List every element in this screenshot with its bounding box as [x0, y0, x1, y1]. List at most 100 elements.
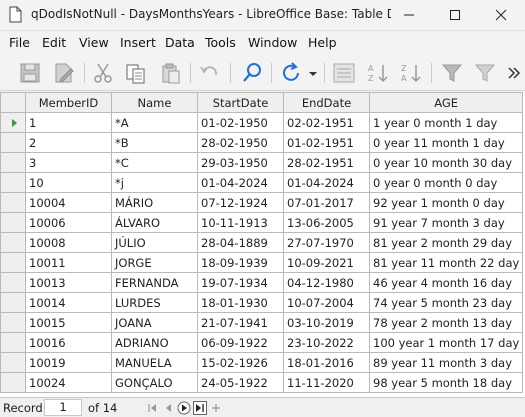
cell-enddate[interactable]: 01-02-1951	[283, 132, 370, 153]
cell-startdate[interactable]: 06-09-1922	[197, 332, 284, 353]
table-row[interactable]: 2 *B 28-02-1950 01-02-1951 0 year 11 mon…	[0, 132, 524, 153]
row-selector[interactable]	[0, 232, 26, 253]
row-selector[interactable]	[0, 312, 26, 333]
cell-enddate[interactable]: 11-11-2020	[283, 372, 370, 393]
sort-descending-button[interactable]: Z A	[399, 61, 423, 85]
cell-memberid[interactable]: 10011	[25, 252, 112, 273]
cell-startdate[interactable]: 18-01-1930	[197, 292, 284, 313]
cell-age[interactable]: 0 year 0 month 0 day	[368, 172, 524, 193]
table-row[interactable]: 10024 GONÇALO 24-05-1922 11-11-2020 98 y…	[0, 372, 524, 393]
cell-name[interactable]: FERNANDA	[111, 272, 198, 293]
cell-memberid[interactable]: 3	[25, 152, 112, 173]
row-selector[interactable]	[0, 132, 26, 153]
row-selector[interactable]	[0, 172, 26, 193]
cell-name[interactable]: JOANA	[111, 312, 198, 333]
cell-enddate[interactable]: 18-01-2016	[283, 352, 370, 373]
cell-memberid[interactable]: 10016	[25, 332, 112, 353]
row-selector[interactable]	[0, 112, 26, 133]
cell-memberid[interactable]: 10015	[25, 312, 112, 333]
table-row[interactable]: 10 *j 01-04-2024 01-04-2024 0 year 0 mon…	[0, 172, 524, 193]
cell-age[interactable]: 98 year 5 month 18 day	[368, 372, 524, 393]
cell-name[interactable]: JORGE	[111, 252, 198, 273]
cell-startdate[interactable]: 07-12-1924	[197, 192, 284, 213]
cell-name[interactable]: *A	[111, 112, 198, 133]
row-selector[interactable]	[0, 332, 26, 353]
table-row[interactable]: 10004 MÁRIO 07-12-1924 07-01-2017 92 yea…	[0, 192, 524, 213]
cell-enddate[interactable]: 13-06-2005	[283, 212, 370, 233]
column-header-startdate[interactable]: StartDate	[197, 92, 284, 113]
table-row[interactable]: 10011 JORGE 18-09-1939 10-09-2021 81 yea…	[0, 252, 524, 273]
cell-startdate[interactable]: 10-11-1913	[197, 212, 284, 233]
table-row[interactable]: 10013 FERNANDA 19-07-1934 04-12-1980 46 …	[0, 272, 524, 293]
cell-age[interactable]: 0 year 11 month 1 day	[368, 132, 524, 153]
cell-enddate[interactable]: 28-02-1951	[283, 152, 370, 173]
cell-startdate[interactable]: 01-04-2024	[197, 172, 284, 193]
table-row[interactable]: 10019 MANUELA 15-02-1926 18-01-2016 89 y…	[0, 352, 524, 373]
refresh-button[interactable]	[279, 61, 303, 85]
menu-insert[interactable]: Insert	[120, 35, 156, 50]
table-row[interactable]: 3 *C 29-03-1950 28-02-1951 0 year 10 mon…	[0, 152, 524, 173]
cell-startdate[interactable]: 21-07-1941	[197, 312, 284, 333]
cell-memberid[interactable]: 10006	[25, 212, 112, 233]
cell-enddate[interactable]: 03-10-2019	[283, 312, 370, 333]
cell-name[interactable]: MANUELA	[111, 352, 198, 373]
table-row[interactable]: 10008 JÚLIO 28-04-1889 27-07-1970 81 yea…	[0, 232, 524, 253]
cell-age[interactable]: 92 year 1 month 0 day	[368, 192, 524, 213]
cell-enddate[interactable]: 10-07-2004	[283, 292, 370, 313]
cell-startdate[interactable]: 19-07-1934	[197, 272, 284, 293]
column-header-name[interactable]: Name	[111, 92, 198, 113]
row-selector[interactable]	[0, 212, 26, 233]
close-button[interactable]	[479, 0, 523, 30]
table-row[interactable]: 10016 ADRIANO 06-09-1922 23-10-2022 100 …	[0, 332, 524, 353]
previous-record-button[interactable]	[162, 401, 176, 415]
first-record-button[interactable]	[146, 401, 160, 415]
menu-edit[interactable]: Edit	[42, 35, 66, 50]
cell-enddate[interactable]: 27-07-1970	[283, 232, 370, 253]
column-header-age[interactable]: AGE	[368, 92, 524, 113]
menu-file[interactable]: File	[9, 35, 30, 50]
cell-memberid[interactable]: 10013	[25, 272, 112, 293]
cell-memberid[interactable]: 10	[25, 172, 112, 193]
maximize-button[interactable]	[433, 0, 477, 30]
cell-age[interactable]: 100 year 1 month 17 day	[368, 332, 524, 353]
cell-age[interactable]: 81 year 2 month 29 day	[368, 232, 524, 253]
remove-filter-button[interactable]	[473, 61, 497, 85]
cell-age[interactable]: 91 year 7 month 3 day	[368, 212, 524, 233]
menu-tools[interactable]: Tools	[205, 35, 236, 50]
row-selector[interactable]	[0, 192, 26, 213]
cell-startdate[interactable]: 29-03-1950	[197, 152, 284, 173]
refresh-dropdown[interactable]	[306, 61, 320, 85]
save-button[interactable]	[18, 61, 42, 85]
cell-enddate[interactable]: 01-04-2024	[283, 172, 370, 193]
record-number-field[interactable]: 1	[44, 399, 82, 416]
cell-startdate[interactable]: 15-02-1926	[197, 352, 284, 373]
minimize-button[interactable]	[387, 0, 431, 30]
table-row[interactable]: 10015 JOANA 21-07-1941 03-10-2019 78 yea…	[0, 312, 524, 333]
table-row[interactable]: 10014 LURDES 18-01-1930 10-07-2004 74 ye…	[0, 292, 524, 313]
row-selector[interactable]	[0, 352, 26, 373]
table-row[interactable]: 10006 ÁLVARO 10-11-1913 13-06-2005 91 ye…	[0, 212, 524, 233]
cell-startdate[interactable]: 01-02-1950	[197, 112, 284, 133]
new-record-button[interactable]	[209, 401, 223, 415]
cell-age[interactable]: 74 year 5 month 23 day	[368, 292, 524, 313]
row-selector[interactable]	[0, 272, 26, 293]
cell-name[interactable]: ÁLVARO	[111, 212, 198, 233]
cell-memberid[interactable]: 2	[25, 132, 112, 153]
copy-button[interactable]	[124, 61, 148, 85]
cell-startdate[interactable]: 24-05-1922	[197, 372, 284, 393]
undo-button[interactable]	[197, 61, 221, 85]
row-selector[interactable]	[0, 252, 26, 273]
column-header-enddate[interactable]: EndDate	[283, 92, 370, 113]
cell-name[interactable]: GONÇALO	[111, 372, 198, 393]
cell-enddate[interactable]: 10-09-2021	[283, 252, 370, 273]
menu-help[interactable]: Help	[308, 35, 337, 50]
cell-startdate[interactable]: 28-04-1889	[197, 232, 284, 253]
cell-age[interactable]: 81 year 11 month 22 day	[368, 252, 524, 273]
cell-memberid[interactable]: 1	[25, 112, 112, 133]
cell-name[interactable]: *B	[111, 132, 198, 153]
cell-memberid[interactable]: 10004	[25, 192, 112, 213]
cell-memberid[interactable]: 10019	[25, 352, 112, 373]
cell-age[interactable]: 46 year 4 month 16 day	[368, 272, 524, 293]
cell-name[interactable]: JÚLIO	[111, 232, 198, 253]
cell-name[interactable]: ADRIANO	[111, 332, 198, 353]
